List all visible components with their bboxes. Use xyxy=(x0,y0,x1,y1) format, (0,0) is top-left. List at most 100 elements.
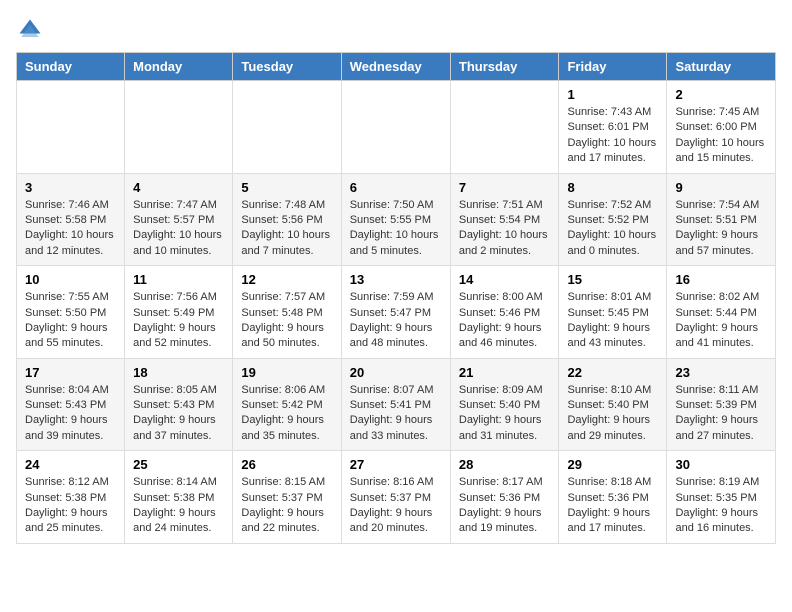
weekday-header-tuesday: Tuesday xyxy=(233,53,341,81)
day-cell: 14Sunrise: 8:00 AM Sunset: 5:46 PM Dayli… xyxy=(450,266,559,359)
day-cell: 5 Sunrise: 7:48 AM Sunset: 5:56 PM Daylig… xyxy=(233,173,341,266)
day-number: 16 xyxy=(675,272,767,287)
day-cell xyxy=(233,81,341,174)
day-cell: 23 Sunrise: 8:11 AM Sunset: 5:39 PM Dayli… xyxy=(667,358,776,451)
day-info: Sunrise: 8:14 AM Sunset: 5:38 PM Dayligh… xyxy=(133,475,224,537)
day-cell: 29 Sunrise: 8:18 AM Sunset: 5:36 PM Dayli… xyxy=(559,451,667,544)
day-cell: 25 Sunrise: 8:14 AM Sunset: 5:38 PM Dayli… xyxy=(125,451,233,544)
day-cell: 16 Sunrise: 8:02 AM Sunset: 5:44 PM Dayli… xyxy=(667,266,776,359)
day-info: Sunrise: 7:47 AM Sunset: 5:57 PM Dayligh… xyxy=(133,198,224,260)
day-cell: 19Sunrise: 8:06 AM Sunset: 5:42 PM Dayli… xyxy=(233,358,341,451)
day-number: 7 xyxy=(459,180,551,195)
day-cell: 21 Sunrise: 8:09 AM Sunset: 5:40 PM Dayli… xyxy=(450,358,559,451)
day-number: 6 xyxy=(350,180,442,195)
day-cell: 8 Sunrise: 7:52 AM Sunset: 5:52 PM Daylig… xyxy=(559,173,667,266)
day-cell: 24 Sunrise: 8:12 AM Sunset: 5:38 PM Dayli… xyxy=(17,451,125,544)
day-info: Sunrise: 8:16 AM Sunset: 5:37 PM Dayligh… xyxy=(350,475,442,537)
day-cell: 6 Sunrise: 7:50 AM Sunset: 5:55 PM Daylig… xyxy=(341,173,450,266)
logo xyxy=(16,16,52,44)
day-info: Sunrise: 7:57 AM Sunset: 5:48 PM Dayligh… xyxy=(241,290,332,352)
day-cell: 9 Sunrise: 7:54 AM Sunset: 5:51 PM Daylig… xyxy=(667,173,776,266)
day-info: Sunrise: 7:51 AM Sunset: 5:54 PM Dayligh… xyxy=(459,198,551,260)
day-info: Sunrise: 7:43 AM Sunset: 6:01 PM Dayligh… xyxy=(567,105,658,167)
day-cell: 26 Sunrise: 8:15 AM Sunset: 5:37 PM Dayli… xyxy=(233,451,341,544)
day-number: 15 xyxy=(567,272,658,287)
day-info: Sunrise: 8:04 AM Sunset: 5:43 PM Dayligh… xyxy=(25,383,116,445)
weekday-header-thursday: Thursday xyxy=(450,53,559,81)
day-info: Sunrise: 7:50 AM Sunset: 5:55 PM Dayligh… xyxy=(350,198,442,260)
day-info: Sunrise: 8:11 AM Sunset: 5:39 PM Dayligh… xyxy=(675,383,767,445)
logo-icon xyxy=(16,16,44,44)
day-info: Sunrise: 7:56 AM Sunset: 5:49 PM Dayligh… xyxy=(133,290,224,352)
weekday-header-row: SundayMondayTuesdayWednesdayThursdayFrid… xyxy=(17,53,776,81)
weekday-header-friday: Friday xyxy=(559,53,667,81)
day-cell: 15 Sunrise: 8:01 AM Sunset: 5:45 PM Dayli… xyxy=(559,266,667,359)
day-cell: 4Sunrise: 7:47 AM Sunset: 5:57 PM Daylig… xyxy=(125,173,233,266)
day-cell: 20 Sunrise: 8:07 AM Sunset: 5:41 PM Dayli… xyxy=(341,358,450,451)
day-number: 9 xyxy=(675,180,767,195)
day-info: Sunrise: 8:18 AM Sunset: 5:36 PM Dayligh… xyxy=(567,475,658,537)
calendar-table: SundayMondayTuesdayWednesdayThursdayFrid… xyxy=(16,52,776,544)
day-cell xyxy=(125,81,233,174)
day-cell: 12 Sunrise: 7:57 AM Sunset: 5:48 PM Dayli… xyxy=(233,266,341,359)
day-cell: 28 Sunrise: 8:17 AM Sunset: 5:36 PM Dayli… xyxy=(450,451,559,544)
weekday-header-saturday: Saturday xyxy=(667,53,776,81)
day-cell: 13Sunrise: 7:59 AM Sunset: 5:47 PM Dayli… xyxy=(341,266,450,359)
day-number: 30 xyxy=(675,457,767,472)
day-cell: 17 Sunrise: 8:04 AM Sunset: 5:43 PM Dayli… xyxy=(17,358,125,451)
day-info: Sunrise: 7:46 AM Sunset: 5:58 PM Dayligh… xyxy=(25,198,116,260)
day-cell xyxy=(341,81,450,174)
day-number: 3 xyxy=(25,180,116,195)
week-row-4: 17 Sunrise: 8:04 AM Sunset: 5:43 PM Dayli… xyxy=(17,358,776,451)
day-number: 24 xyxy=(25,457,116,472)
day-info: Sunrise: 8:10 AM Sunset: 5:40 PM Dayligh… xyxy=(567,383,658,445)
day-info: Sunrise: 7:45 AM Sunset: 6:00 PM Dayligh… xyxy=(675,105,767,167)
day-number: 20 xyxy=(350,365,442,380)
day-info: Sunrise: 8:01 AM Sunset: 5:45 PM Dayligh… xyxy=(567,290,658,352)
day-number: 29 xyxy=(567,457,658,472)
day-cell: 2Sunrise: 7:45 AM Sunset: 6:00 PM Daylig… xyxy=(667,81,776,174)
day-cell: 3 Sunrise: 7:46 AM Sunset: 5:58 PM Daylig… xyxy=(17,173,125,266)
day-number: 12 xyxy=(241,272,332,287)
day-info: Sunrise: 7:52 AM Sunset: 5:52 PM Dayligh… xyxy=(567,198,658,260)
day-info: Sunrise: 8:17 AM Sunset: 5:36 PM Dayligh… xyxy=(459,475,551,537)
day-cell: 1 Sunrise: 7:43 AM Sunset: 6:01 PM Daylig… xyxy=(559,81,667,174)
day-info: Sunrise: 7:54 AM Sunset: 5:51 PM Dayligh… xyxy=(675,198,767,260)
day-info: Sunrise: 8:05 AM Sunset: 5:43 PM Dayligh… xyxy=(133,383,224,445)
day-number: 26 xyxy=(241,457,332,472)
day-cell xyxy=(17,81,125,174)
day-number: 27 xyxy=(350,457,442,472)
week-row-2: 3 Sunrise: 7:46 AM Sunset: 5:58 PM Daylig… xyxy=(17,173,776,266)
day-number: 21 xyxy=(459,365,551,380)
day-cell: 7 Sunrise: 7:51 AM Sunset: 5:54 PM Daylig… xyxy=(450,173,559,266)
day-number: 25 xyxy=(133,457,224,472)
day-number: 19 xyxy=(241,365,332,380)
week-row-3: 10 Sunrise: 7:55 AM Sunset: 5:50 PM Dayli… xyxy=(17,266,776,359)
day-info: Sunrise: 7:55 AM Sunset: 5:50 PM Dayligh… xyxy=(25,290,116,352)
day-number: 5 xyxy=(241,180,332,195)
day-cell: 27 Sunrise: 8:16 AM Sunset: 5:37 PM Dayli… xyxy=(341,451,450,544)
day-number: 14 xyxy=(459,272,551,287)
week-row-5: 24 Sunrise: 8:12 AM Sunset: 5:38 PM Dayli… xyxy=(17,451,776,544)
day-number: 23 xyxy=(675,365,767,380)
day-info: Sunrise: 8:09 AM Sunset: 5:40 PM Dayligh… xyxy=(459,383,551,445)
day-info: Sunrise: 8:07 AM Sunset: 5:41 PM Dayligh… xyxy=(350,383,442,445)
day-number: 13 xyxy=(350,272,442,287)
day-number: 1 xyxy=(567,87,658,102)
day-info: Sunrise: 8:15 AM Sunset: 5:37 PM Dayligh… xyxy=(241,475,332,537)
day-cell: 18 Sunrise: 8:05 AM Sunset: 5:43 PM Dayli… xyxy=(125,358,233,451)
day-number: 11 xyxy=(133,272,224,287)
day-info: Sunrise: 7:48 AM Sunset: 5:56 PM Dayligh… xyxy=(241,198,332,260)
day-number: 28 xyxy=(459,457,551,472)
weekday-header-wednesday: Wednesday xyxy=(341,53,450,81)
day-number: 8 xyxy=(567,180,658,195)
day-cell: 30Sunrise: 8:19 AM Sunset: 5:35 PM Dayli… xyxy=(667,451,776,544)
day-number: 18 xyxy=(133,365,224,380)
header xyxy=(16,16,776,44)
day-cell xyxy=(450,81,559,174)
week-row-1: 1 Sunrise: 7:43 AM Sunset: 6:01 PM Daylig… xyxy=(17,81,776,174)
day-number: 17 xyxy=(25,365,116,380)
day-info: Sunrise: 8:02 AM Sunset: 5:44 PM Dayligh… xyxy=(675,290,767,352)
day-info: Sunrise: 8:12 AM Sunset: 5:38 PM Dayligh… xyxy=(25,475,116,537)
day-number: 10 xyxy=(25,272,116,287)
